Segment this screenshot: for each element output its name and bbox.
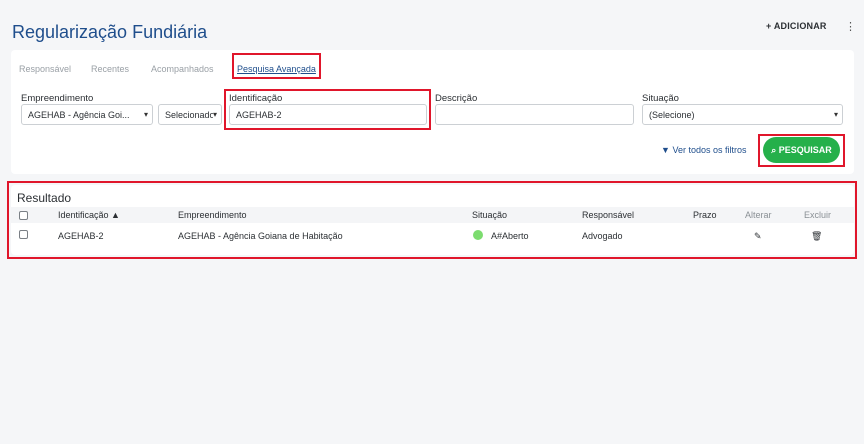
chevron-down-icon: ▾ bbox=[833, 110, 838, 119]
highlight-identificacao bbox=[224, 89, 431, 130]
empreendimento-secondary-select[interactable]: Selecionado ▾ bbox=[158, 104, 222, 125]
situacao-label: Situação bbox=[642, 93, 679, 104]
search-panel: Responsável Recentes Acompanhados Pesqui… bbox=[11, 50, 854, 174]
situacao-value: (Selecione) bbox=[649, 110, 695, 120]
descricao-label: Descrição bbox=[435, 93, 478, 104]
empreendimento-value: AGEHAB - Agência Goi... bbox=[28, 110, 130, 120]
tab-acompanhados[interactable]: Acompanhados bbox=[151, 64, 214, 74]
more-options-icon[interactable]: ⋮ bbox=[845, 20, 856, 33]
chevron-down-icon: ▾ bbox=[212, 110, 217, 119]
tab-responsavel[interactable]: Responsável bbox=[19, 64, 71, 74]
chevron-down-icon: ▾ bbox=[143, 110, 148, 119]
descricao-input[interactable] bbox=[435, 104, 634, 125]
empreendimento-select[interactable]: AGEHAB - Agência Goi... ▾ bbox=[21, 104, 153, 125]
see-all-filters-label: Ver todos os filtros bbox=[672, 145, 747, 155]
filter-icon: ▼ bbox=[661, 145, 670, 155]
empreendimento-label: Empreendimento bbox=[21, 93, 94, 104]
add-button[interactable]: + ADICIONAR bbox=[766, 21, 827, 31]
highlight-search-button bbox=[758, 134, 845, 167]
situacao-select[interactable]: (Selecione) ▾ bbox=[642, 104, 843, 125]
highlight-tab bbox=[232, 53, 321, 79]
empreendimento-secondary-value: Selecionado bbox=[165, 110, 215, 120]
page-title: Regularização Fundiária bbox=[12, 22, 208, 42]
highlight-results bbox=[7, 181, 857, 259]
tab-recentes[interactable]: Recentes bbox=[91, 64, 129, 74]
see-all-filters-link[interactable]: ▼ Ver todos os filtros bbox=[661, 145, 746, 155]
